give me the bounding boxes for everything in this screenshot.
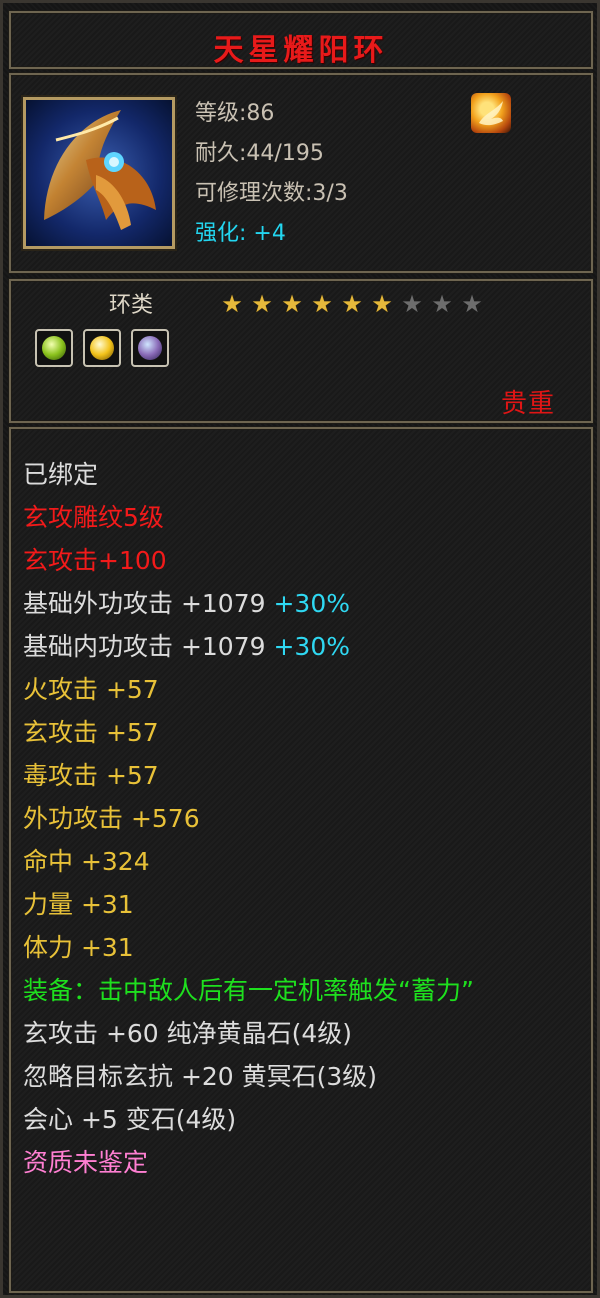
fire-attack: 火攻击 +57 [23,675,159,704]
title-panel: 天星耀阳环 [9,11,593,69]
gem-effect-3: 会心 +5 变石(4级) [23,1105,237,1134]
item-info-panel: 等级:86 耐久:44/195 可修理次数:3/3 强化: +4 [9,73,593,273]
enhance-value: +4 [253,221,286,246]
item-enhance: 强化: +4 [195,215,286,247]
star-filled-icon: ★ [371,290,393,318]
attribute-list: 已绑定 玄攻雕纹5级 玄攻击+100 基础外功攻击 +1079 +30% 基础内… [23,453,583,1184]
item-level: 等级:86 [195,101,275,126]
class-panel: 环类 ★ ★ ★ ★ ★ ★ ★ ★ ★ 贵重 [9,279,593,423]
star-filled-icon: ★ [341,290,363,318]
engrave-bonus: 玄攻击+100 [23,546,167,575]
star-filled-icon: ★ [221,290,243,318]
base-outer-percent: +30% [273,589,350,618]
poison-attack: 毒攻击 +57 [23,761,159,790]
fire-element-icon [471,93,511,133]
enhance-label: 强化: [195,221,247,246]
star-filled-icon: ★ [251,290,273,318]
engrave-level: 玄攻雕纹5级 [23,503,164,532]
quality-status: 资质未鉴定 [23,1148,149,1177]
gem-effect-1: 玄攻击 +60 纯净黄晶石(4级) [23,1019,353,1048]
equip-effect: 装备：击中敌人后有一定机率触发“蓄力” [23,976,474,1005]
base-inner-value: 基础内功攻击 +1079 [23,632,266,661]
yellow-gem-icon [83,329,121,367]
star-empty-icon: ★ [461,290,483,318]
green-gem-icon [35,329,73,367]
base-outer-value: 基础外功攻击 +1079 [23,589,266,618]
item-category: 环类 [109,293,154,318]
item-repair-count: 可修理次数:3/3 [195,181,348,206]
purple-gem-icon [131,329,169,367]
star-empty-icon: ★ [401,290,423,318]
bound-status: 已绑定 [23,460,99,489]
rarity-label: 贵重 [500,389,555,419]
stamina: 体力 +31 [23,933,134,962]
item-name: 天星耀阳环 [213,33,389,68]
xuan-attack: 玄攻击 +57 [23,718,159,747]
hit-rate: 命中 +324 [23,847,150,876]
gem-effect-2: 忽略目标玄抗 +20 黄冥石(3级) [23,1062,378,1091]
outer-attack: 外功攻击 +576 [23,804,200,833]
star-filled-icon: ★ [311,290,333,318]
star-rating: ★ ★ ★ ★ ★ ★ ★ ★ ★ [217,291,487,317]
dragon-ring-portrait-icon [23,97,175,249]
strength: 力量 +31 [23,890,134,919]
base-outer-attack: 基础外功攻击 +1079 +30% [23,582,583,625]
item-tooltip: 天星耀阳环 等级:86 耐久:44/195 可修理次数:3/3 强化: +4 环… [0,0,600,1298]
star-filled-icon: ★ [281,290,303,318]
attribute-panel: 已绑定 玄攻雕纹5级 玄攻击+100 基础外功攻击 +1079 +30% 基础内… [9,427,593,1293]
item-durability: 耐久:44/195 [195,141,324,166]
star-empty-icon: ★ [431,290,453,318]
base-inner-attack: 基础内功攻击 +1079 +30% [23,625,583,668]
base-inner-percent: +30% [273,632,350,661]
